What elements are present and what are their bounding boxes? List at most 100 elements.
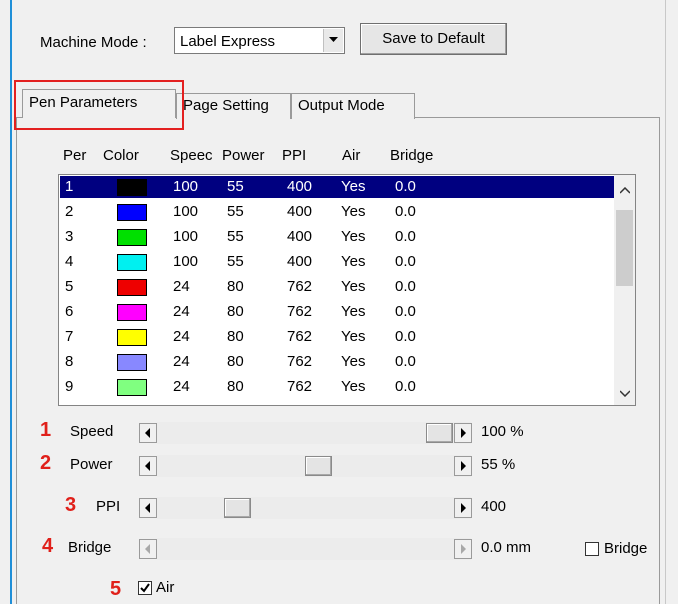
cell-air: Yes bbox=[341, 303, 366, 320]
scroll-down-icon[interactable] bbox=[620, 390, 630, 397]
color-swatch bbox=[117, 179, 147, 196]
list-item[interactable]: 1 100 55 400 Yes 0.0 bbox=[60, 176, 614, 198]
machine-mode-select[interactable]: Label Express bbox=[174, 27, 345, 54]
tab-page-setting[interactable]: Page Setting bbox=[176, 93, 291, 119]
cell-ppi: 400 bbox=[287, 253, 313, 270]
cell-air: Yes bbox=[341, 378, 366, 395]
cell-power: 80 bbox=[227, 353, 244, 370]
column-header-ppi: PPI bbox=[282, 147, 307, 164]
slider-thumb-speed[interactable] bbox=[426, 423, 453, 443]
cell-air: Yes bbox=[341, 203, 366, 220]
cell-power: 80 bbox=[227, 328, 244, 345]
cell-air: Yes bbox=[341, 228, 366, 245]
cell-per: 3 bbox=[65, 228, 74, 245]
tab-output-mode[interactable]: Output Mode bbox=[291, 93, 415, 119]
slider-label-bridge: Bridge bbox=[68, 539, 112, 556]
bridge-checkbox[interactable] bbox=[585, 542, 599, 556]
arrow-right-icon[interactable] bbox=[454, 456, 472, 476]
cell-air: Yes bbox=[341, 353, 366, 370]
cell-per: 1 bbox=[65, 178, 74, 195]
list-item[interactable]: 9 24 80 762 Yes 0.0 bbox=[60, 376, 614, 398]
list-item[interactable]: 2 100 55 400 Yes 0.0 bbox=[60, 201, 614, 223]
pen-list[interactable]: 1 100 55 400 Yes 0.0 2 100 55 400 Yes 0.0 3 100 55 400 Y… bbox=[58, 174, 636, 406]
cell-bridge: 0.0 bbox=[395, 378, 416, 395]
slider-value-speed: 100 % bbox=[481, 423, 524, 440]
cell-power: 80 bbox=[227, 303, 244, 320]
scroll-up-icon[interactable] bbox=[620, 187, 630, 194]
save-to-default-button[interactable]: Save to Default bbox=[360, 23, 507, 55]
arrow-left-icon[interactable] bbox=[139, 498, 157, 518]
list-item[interactable]: 8 24 80 762 Yes 0.0 bbox=[60, 351, 614, 373]
color-swatch bbox=[117, 204, 147, 221]
cell-bridge: 0.0 bbox=[395, 303, 416, 320]
slider-thumb-power[interactable] bbox=[304, 456, 332, 476]
cell-speed: 24 bbox=[173, 278, 190, 295]
window-left-border bbox=[10, 0, 12, 604]
annotation-number-4: 4 bbox=[42, 535, 54, 557]
annotation-number-1: 1 bbox=[40, 419, 52, 441]
cell-ppi: 762 bbox=[287, 328, 313, 345]
cell-per: 7 bbox=[65, 328, 74, 345]
slider-label-speed: Speed bbox=[70, 423, 114, 440]
cell-speed: 24 bbox=[173, 378, 190, 395]
column-header-bridge: Bridge bbox=[390, 147, 434, 164]
cell-per: 4 bbox=[65, 253, 74, 270]
bridge-checkbox-label: Bridge bbox=[604, 540, 648, 557]
annotation-number-2: 2 bbox=[40, 452, 52, 474]
list-item[interactable]: 7 24 80 762 Yes 0.0 bbox=[60, 326, 614, 348]
list-item[interactable]: 4 100 55 400 Yes 0.0 bbox=[60, 251, 614, 273]
cell-air: Yes bbox=[341, 278, 366, 295]
cell-speed: 24 bbox=[173, 353, 190, 370]
arrow-left-icon[interactable] bbox=[139, 423, 157, 443]
list-scrollbar[interactable] bbox=[614, 175, 635, 405]
slider-thumb-ppi[interactable] bbox=[224, 498, 252, 518]
arrow-right-icon bbox=[454, 539, 472, 559]
cell-ppi: 762 bbox=[287, 353, 313, 370]
cell-power: 80 bbox=[227, 278, 244, 295]
color-swatch bbox=[117, 379, 147, 396]
cell-bridge: 0.0 bbox=[395, 203, 416, 220]
color-swatch bbox=[117, 254, 147, 271]
cell-power: 80 bbox=[227, 378, 244, 395]
list-item[interactable]: 3 100 55 400 Yes 0.0 bbox=[60, 226, 614, 248]
cell-power: 55 bbox=[227, 203, 244, 220]
slider-track-speed[interactable] bbox=[157, 422, 471, 444]
cell-per: 6 bbox=[65, 303, 74, 320]
cell-air: Yes bbox=[341, 178, 366, 195]
cell-per: 8 bbox=[65, 353, 74, 370]
arrow-left-icon[interactable] bbox=[139, 456, 157, 476]
column-header-air: Air bbox=[342, 147, 361, 164]
column-header-power: Power bbox=[222, 147, 265, 164]
list-item[interactable]: 5 24 80 762 Yes 0.0 bbox=[60, 276, 614, 298]
cell-per: 5 bbox=[65, 278, 74, 295]
arrow-right-icon[interactable] bbox=[454, 423, 472, 443]
color-swatch bbox=[117, 229, 147, 246]
list-item[interactable]: 6 24 80 762 Yes 0.0 bbox=[60, 301, 614, 323]
cell-power: 55 bbox=[227, 253, 244, 270]
cell-speed: 100 bbox=[173, 253, 199, 270]
cell-ppi: 400 bbox=[287, 203, 313, 220]
slider-label-ppi: PPI bbox=[96, 498, 121, 515]
air-checkbox[interactable] bbox=[138, 581, 152, 595]
slider-value-bridge: 0.0 mm bbox=[481, 539, 532, 556]
cell-per: 9 bbox=[65, 378, 74, 395]
cell-speed: 24 bbox=[173, 303, 190, 320]
cell-bridge: 0.0 bbox=[395, 253, 416, 270]
machine-mode-value: Label Express bbox=[180, 33, 276, 50]
cell-ppi: 762 bbox=[287, 278, 313, 295]
slider-track-ppi[interactable] bbox=[157, 497, 471, 519]
chevron-down-icon[interactable] bbox=[323, 29, 343, 52]
arrow-right-icon[interactable] bbox=[454, 498, 472, 518]
cell-speed: 100 bbox=[173, 228, 199, 245]
slider-label-power: Power bbox=[70, 456, 113, 473]
color-swatch bbox=[117, 279, 147, 296]
cell-bridge: 0.0 bbox=[395, 353, 416, 370]
annotation-number-3: 3 bbox=[65, 494, 77, 516]
cell-speed: 24 bbox=[173, 328, 190, 345]
cell-speed: 100 bbox=[173, 203, 199, 220]
annotation-number-5: 5 bbox=[110, 578, 122, 600]
arrow-left-icon bbox=[139, 539, 157, 559]
list-scroll-thumb[interactable] bbox=[616, 210, 633, 286]
cell-ppi: 400 bbox=[287, 178, 313, 195]
cell-power: 55 bbox=[227, 228, 244, 245]
